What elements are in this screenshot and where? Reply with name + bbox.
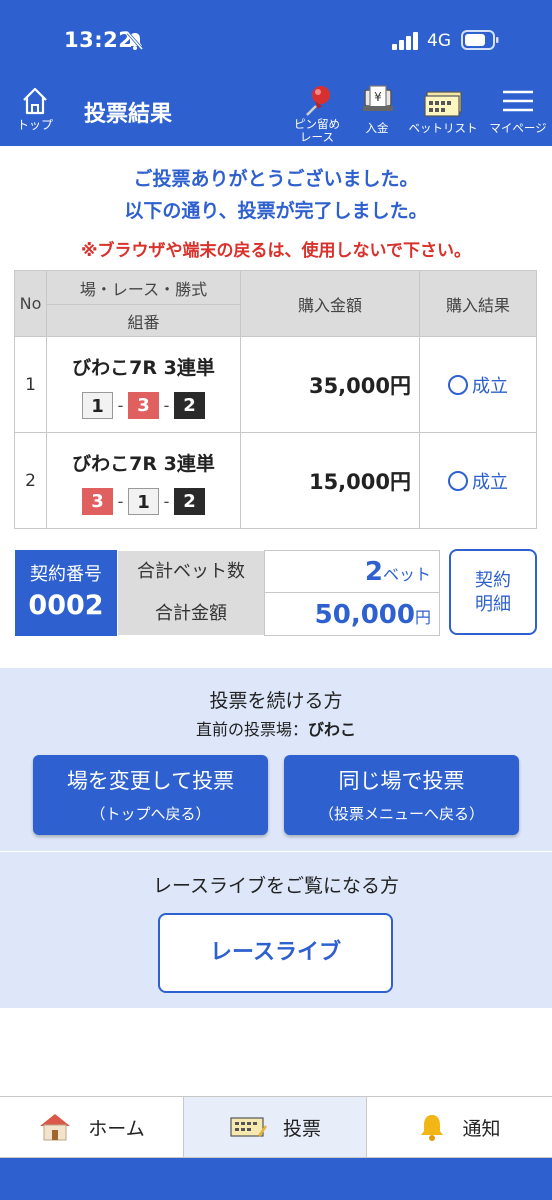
deposit-icon: ¥ — [363, 85, 393, 111]
contract-detail-button[interactable]: 契約 明細 — [449, 549, 537, 635]
combo-sep: - — [163, 395, 170, 415]
same-venue-main: 同じ場で投票 — [338, 769, 465, 793]
menu-icon — [503, 90, 533, 112]
tab-home[interactable]: ホーム — [0, 1097, 183, 1157]
previous-venue-label: 直前の投票場： — [195, 720, 308, 739]
row-amount: 15,000円 — [240, 432, 420, 529]
same-venue-sub: （投票メニューへ戻る） — [318, 805, 484, 823]
nav-mypage-button[interactable]: マイページ — [486, 84, 550, 144]
combo-first: 1 — [82, 391, 113, 419]
combo-sep: - — [163, 491, 170, 511]
table-row: 2 びわこ7R 3連単 3 - 1 - 2 15,000円 成立 — [14, 432, 537, 529]
race-name: びわこ7R 3連単 — [72, 356, 215, 379]
row-race-cell: びわこ7R 3連単 3 - 1 - 2 — [46, 432, 241, 529]
signal-icon — [392, 32, 418, 50]
section-divider — [0, 851, 552, 852]
total-unit: 円 — [414, 608, 431, 627]
total-value: 50,000円 — [264, 592, 440, 636]
tab-vote-label: 投票 — [282, 1117, 321, 1140]
row-result-text: 成立 — [472, 471, 508, 493]
svg-text:¥: ¥ — [374, 90, 382, 104]
bet-count-value: 2ベット — [264, 550, 440, 593]
ticket-icon — [230, 1117, 267, 1137]
nav-top-button[interactable]: トップ — [10, 86, 60, 142]
bet-unit: ベット — [382, 565, 431, 584]
contract-label: 契約番号 — [30, 564, 102, 585]
footer-bar — [0, 1158, 552, 1200]
row-race-cell: びわこ7R 3連単 1 - 3 - 2 — [46, 336, 241, 433]
nav-top-label: トップ — [16, 118, 53, 132]
combo-third: 2 — [174, 391, 205, 419]
row-result-text: 成立 — [472, 375, 508, 397]
pin-icon — [306, 86, 330, 116]
battery-icon — [461, 30, 499, 50]
tab-home-label: ホーム — [88, 1117, 145, 1140]
combo-third: 2 — [174, 487, 205, 515]
status-bar: 13:22 4G — [0, 0, 552, 82]
row-no: 2 — [14, 432, 47, 529]
house-icon — [40, 1114, 71, 1141]
contract-number: 0002 — [28, 590, 104, 621]
complete-message: 以下の通り、投票が完了しました。 — [124, 200, 428, 222]
nav-mypage-label: マイページ — [489, 121, 547, 135]
app-header: 13:22 4G トップ 投票結果 ピン留め レース ¥ 入金 ベットリスト マ… — [0, 0, 552, 146]
header-combo: 組番 — [46, 304, 241, 337]
row-result: 成立 — [419, 336, 537, 433]
table-row: 1 びわこ7R 3連単 1 - 3 - 2 35,000円 成立 — [14, 336, 537, 433]
page-title: 投票結果 — [84, 102, 173, 127]
race-name: びわこ7R 3連単 — [72, 452, 215, 475]
bell-icon — [421, 1115, 444, 1141]
silent-bell-icon — [126, 32, 144, 50]
nav-pin-label-2: レース — [300, 130, 334, 144]
race-live-button[interactable]: レースライブ — [158, 913, 393, 993]
bet-count-label: 合計ベット数 — [118, 551, 264, 593]
bet-result-table: No 場・レース・勝式 購入金額 購入結果 組番 1 びわこ7R 3連単 1 -… — [14, 270, 537, 529]
combo-sep: - — [117, 395, 124, 415]
change-venue-sub: （トップへ戻る） — [90, 805, 211, 823]
nav-pin-race-button[interactable]: ピン留め レース — [288, 84, 346, 144]
continue-title: 投票を続ける方 — [209, 690, 343, 712]
tab-notify[interactable]: 通知 — [367, 1097, 552, 1157]
bet-count: 2 — [364, 557, 383, 587]
combo-first: 3 — [82, 487, 113, 515]
header-race: 場・レース・勝式 — [46, 270, 241, 305]
nav-deposit-label: 入金 — [365, 121, 389, 135]
nav-betlist-button[interactable]: ベットリスト — [408, 84, 478, 144]
back-warning: ※ブラウザや端末の戻るは、使用しないで下さい。 — [80, 241, 472, 261]
nav-deposit-button[interactable]: ¥ 入金 — [356, 84, 398, 144]
live-title: レースライブをご覧になる方 — [152, 875, 400, 897]
change-venue-main: 場を変更して投票 — [66, 769, 235, 793]
previous-venue: 直前の投票場：びわこ — [0, 716, 552, 740]
total-label: 合計金額 — [118, 593, 264, 635]
combination: 3 - 1 - 2 — [47, 487, 240, 515]
home-icon — [23, 87, 47, 115]
header-amount: 購入金額 — [240, 270, 420, 337]
network-type: 4G — [427, 31, 451, 51]
header-result: 購入結果 — [419, 270, 537, 337]
detail-label-2: 明細 — [475, 594, 511, 615]
combo-sep: - — [117, 491, 124, 511]
nav-betlist-label: ベットリスト — [408, 121, 478, 135]
combo-second: 3 — [128, 391, 159, 419]
same-venue-button[interactable]: 同じ場で投票 （投票メニューへ戻る） — [284, 755, 519, 835]
status-time: 13:22 — [64, 28, 134, 52]
bottom-tab-bar: ホーム 投票 通知 — [0, 1096, 552, 1158]
tab-vote[interactable]: 投票 — [184, 1097, 366, 1157]
change-venue-button[interactable]: 場を変更して投票 （トップへ戻る） — [33, 755, 268, 835]
betlist-icon — [424, 91, 462, 117]
detail-label-1: 契約 — [475, 570, 511, 591]
success-circle-icon — [448, 470, 468, 491]
previous-venue-name: びわこ — [308, 720, 357, 739]
tab-notify-label: 通知 — [462, 1117, 501, 1140]
header-no: No — [14, 270, 47, 337]
contract-number-box: 契約番号 0002 — [15, 550, 117, 636]
thanks-message: ご投票ありがとうございました。 — [133, 168, 419, 190]
row-result: 成立 — [419, 432, 537, 529]
row-no: 1 — [14, 336, 47, 433]
combination: 1 - 3 - 2 — [47, 391, 240, 419]
success-circle-icon — [448, 374, 468, 395]
total-amount: 50,000 — [314, 600, 415, 630]
combo-second: 1 — [128, 487, 159, 515]
row-amount: 35,000円 — [240, 336, 420, 433]
